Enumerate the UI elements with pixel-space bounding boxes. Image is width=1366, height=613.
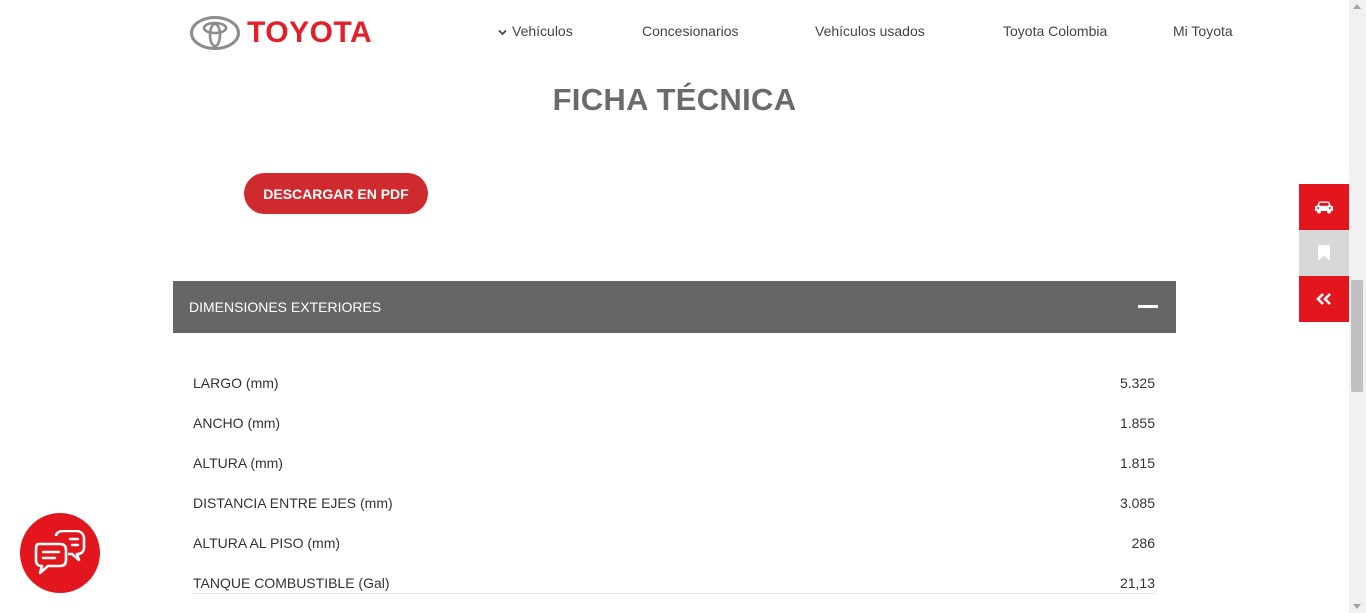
spec-row: ALTURA AL PISO (mm) 286 xyxy=(193,535,1155,555)
chat-bubbles-icon xyxy=(34,530,86,575)
spec-label: LARGO (mm) xyxy=(193,375,279,391)
toyota-emblem-icon xyxy=(190,16,240,50)
nav-toyota-colombia[interactable]: Toyota Colombia xyxy=(1003,23,1107,39)
nav-dealers[interactable]: Concesionarios xyxy=(642,23,739,39)
nav-mi-toyota[interactable]: Mi Toyota xyxy=(1173,23,1233,39)
spec-value: 1.855 xyxy=(1119,415,1155,431)
spec-row: DISTANCIA ENTRE EJES (mm) 3.085 xyxy=(193,495,1155,515)
side-vehicle-button[interactable] xyxy=(1299,184,1349,230)
chevron-down-icon xyxy=(498,27,507,39)
nav-vehicles[interactable]: Vehículos xyxy=(498,23,573,39)
double-chevron-left-icon xyxy=(1316,293,1331,305)
scroll-up-arrow-icon[interactable] xyxy=(1353,4,1361,9)
spec-value: 21,13 xyxy=(1119,575,1155,591)
car-icon xyxy=(1315,201,1333,214)
spec-row: ANCHO (mm) 1.855 xyxy=(193,415,1155,435)
nav-vehicles-label: Vehículos xyxy=(512,23,573,39)
accordion-header-exterior-dimensions[interactable]: DIMENSIONES EXTERIORES xyxy=(173,281,1176,333)
page-scrollbar[interactable] xyxy=(1349,0,1366,613)
accordion-title: DIMENSIONES EXTERIORES xyxy=(189,299,382,315)
bookmark-icon xyxy=(1318,245,1330,261)
toyota-logo[interactable]: TOYOTA xyxy=(190,16,372,50)
spec-row: ALTURA (mm) 1.815 xyxy=(193,455,1155,475)
scrollbar-thumb[interactable] xyxy=(1351,280,1363,392)
spec-label: DISTANCIA ENTRE EJES (mm) xyxy=(193,495,393,511)
download-pdf-button[interactable]: DESCARGAR EN PDF xyxy=(244,173,428,214)
scroll-down-arrow-icon[interactable] xyxy=(1353,604,1361,609)
brand-name: TOYOTA xyxy=(247,16,373,49)
spec-value: 1.815 xyxy=(1119,455,1155,471)
side-bookmark-button[interactable] xyxy=(1299,230,1349,276)
spec-label: ALTURA AL PISO (mm) xyxy=(193,535,341,551)
spec-label: ALTURA (mm) xyxy=(193,455,283,471)
spec-label: TANQUE COMBUSTIBLE (Gal) xyxy=(193,575,390,591)
page-title: FICHA TÉCNICA xyxy=(552,82,797,117)
collapse-minus-icon xyxy=(1138,305,1158,308)
chat-button[interactable] xyxy=(20,513,100,593)
spec-row: LARGO (mm) 5.325 xyxy=(193,375,1155,395)
site-header: TOYOTA Vehículos Concesionarios Vehículo… xyxy=(0,0,1349,64)
spec-value: 5.325 xyxy=(1119,375,1155,391)
spec-value: 286 xyxy=(1131,535,1155,551)
nav-used-vehicles[interactable]: Vehículos usados xyxy=(815,23,925,39)
side-collapse-button[interactable] xyxy=(1299,276,1349,322)
spec-row: TANQUE COMBUSTIBLE (Gal) 21,13 xyxy=(193,575,1155,595)
spec-label: ANCHO (mm) xyxy=(193,415,281,431)
row-divider xyxy=(193,593,1155,594)
spec-value: 3.085 xyxy=(1119,495,1155,511)
